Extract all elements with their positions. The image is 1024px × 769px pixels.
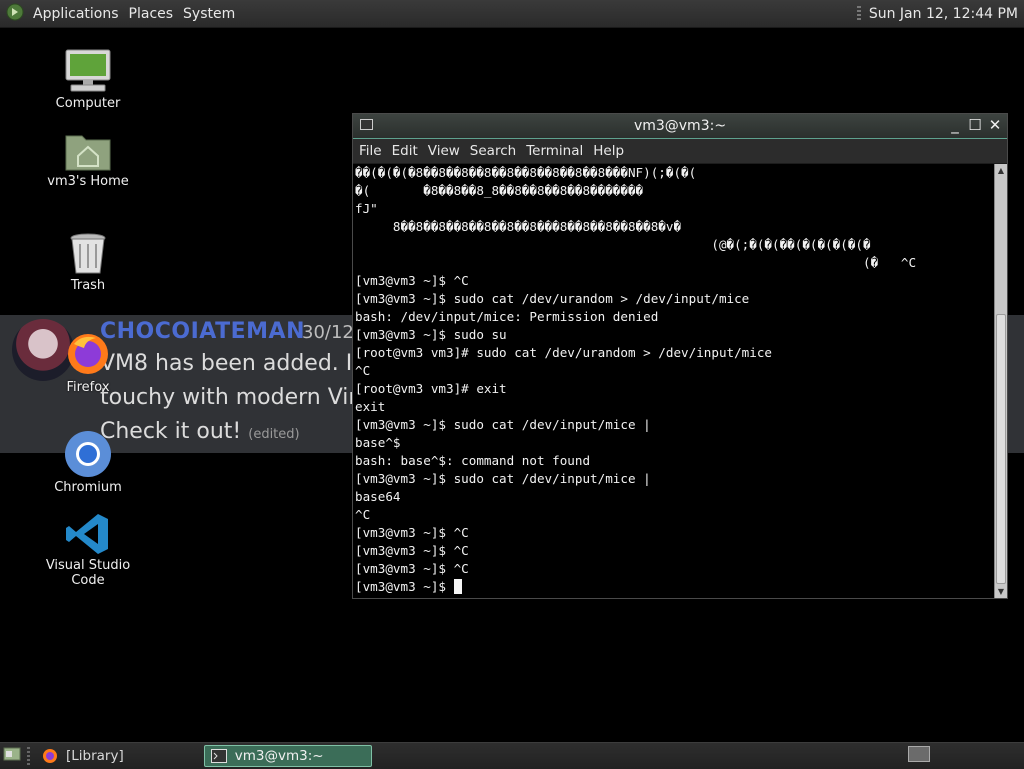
terminal-line: base^$: [355, 435, 401, 450]
menu-help[interactable]: Help: [588, 143, 629, 159]
desktop-icon-label: Chromium: [54, 480, 122, 495]
main-menu: Applications Places System: [0, 0, 240, 27]
terminal-line: ^C: [355, 363, 371, 378]
terminal-window[interactable]: vm3@vm3:~ _ ☐ ✕ File Edit View Search Te…: [352, 113, 1008, 599]
firefox-icon: [68, 334, 108, 374]
panel-handle: [27, 747, 30, 765]
menu-system[interactable]: System: [178, 6, 240, 22]
terminal-line: exit: [355, 399, 386, 414]
desktop-icon-label: Firefox: [66, 380, 110, 395]
terminal-prompt-line: [vm3@vm3 ~]$: [355, 578, 995, 596]
desktop-icon-chromium[interactable]: Chromium: [28, 430, 148, 495]
desktop-icon-label: vm3's Home: [47, 174, 129, 189]
edited-tag: (edited): [248, 427, 300, 442]
home-folder-icon: [65, 135, 111, 171]
terminal-line: [vm3@vm3 ~]$ ^C: [355, 273, 469, 288]
scrollbar-thumb[interactable]: [996, 314, 1006, 584]
window-title: vm3@vm3:~: [633, 118, 727, 134]
terminal-line: 8��8��8��8��8��8��8���8��8��8��8��8�v�: [355, 219, 682, 234]
window-titlebar[interactable]: vm3@vm3:~ _ ☐ ✕: [353, 114, 1007, 139]
desktop-icon-vscode[interactable]: Visual Studio Code: [28, 512, 148, 588]
text-cursor: [453, 579, 462, 594]
terminal-line: [vm3@vm3 ~]$ sudo cat /dev/urandom > /de…: [355, 291, 750, 306]
menu-view[interactable]: View: [423, 143, 465, 159]
terminal-icon: [210, 749, 227, 763]
terminal-prompt: [vm3@vm3 ~]$: [355, 579, 454, 594]
trash-icon: [70, 233, 106, 274]
terminal-line: [vm3@vm3 ~]$ sudo cat /dev/input/mice |: [355, 417, 651, 432]
firefox-icon: [43, 749, 57, 763]
desktop-icon-home[interactable]: vm3's Home: [28, 130, 148, 189]
terminal-line: [vm3@vm3 ~]$ sudo su: [355, 327, 507, 342]
minimize-icon[interactable]: _: [947, 117, 963, 133]
terminal-line: [root@vm3 vm3]# exit: [355, 381, 507, 396]
clock[interactable]: Sun Jan 12, 12:44 PM: [869, 6, 1018, 22]
menu-search[interactable]: Search: [465, 143, 521, 159]
menu-terminal[interactable]: Terminal: [521, 143, 588, 159]
terminal-line: (@�(;�(�(��(�(�(�(�(�: [355, 237, 871, 252]
taskbar-item-library[interactable]: [Library]: [36, 745, 130, 767]
menu-edit[interactable]: Edit: [387, 143, 423, 159]
terminal-line: [vm3@vm3 ~]$ ^C: [355, 525, 469, 540]
menu-file[interactable]: File: [353, 143, 387, 159]
scrollbar[interactable]: ▲ ▼: [994, 164, 1007, 598]
terminal-line: �( �8��8��8_8��8��8��8��8�������: [355, 183, 644, 198]
taskbar-item-terminal[interactable]: vm3@vm3:~: [203, 745, 372, 767]
workspace-switcher[interactable]: [908, 746, 930, 766]
terminal-line: [vm3@vm3 ~]$ sudo cat /dev/input/mice |: [355, 471, 651, 486]
show-desktop-icon[interactable]: [3, 746, 21, 766]
terminal-line: base64: [355, 489, 401, 504]
desktop-icon-label: Computer: [55, 96, 121, 111]
terminal-line: ��(�(�(�8��8��8��8��8��8��8��8��8���NF)(…: [355, 165, 697, 180]
terminal-line: [vm3@vm3 ~]$ ^C: [355, 561, 469, 576]
bottom-taskbar: [Library] vm3@vm3:~: [0, 742, 1024, 769]
gnome-foot-icon[interactable]: [0, 3, 28, 25]
maximize-icon[interactable]: ☐: [967, 117, 983, 133]
desktop-icon-label: Visual Studio Code: [45, 558, 131, 588]
terminal-line: bash: /dev/input/mice: Permission denied: [355, 309, 659, 324]
top-panel: Applications Places System Sun Jan 12, 1…: [0, 0, 1024, 28]
computer-icon: [65, 49, 111, 92]
terminal-line: [vm3@vm3 ~]$ ^C: [355, 543, 469, 558]
terminal-line: (� ^C: [355, 255, 917, 270]
desktop-icon-label: Trash: [70, 278, 106, 293]
terminal-output[interactable]: ��(�(�(�8��8��8��8��8��8��8��8��8���NF)(…: [353, 164, 995, 598]
scroll-up-icon[interactable]: ▲: [995, 164, 1007, 177]
terminal-line: fJ": [355, 201, 378, 216]
scroll-down-icon[interactable]: ▼: [995, 585, 1007, 598]
terminal-menubar: File Edit View Search Terminal Help: [353, 139, 1007, 164]
menu-places[interactable]: Places: [124, 6, 179, 22]
desktop-icon-trash[interactable]: Trash: [28, 232, 148, 293]
desktop-icon-firefox[interactable]: Firefox: [28, 330, 148, 395]
vscode-icon: [66, 514, 108, 554]
terminal-line: ^C: [355, 507, 371, 522]
desktop-icon-computer[interactable]: Computer: [28, 48, 148, 111]
close-icon[interactable]: ✕: [987, 117, 1003, 133]
panel-handle: [856, 5, 861, 22]
terminal-line: bash: base^$: command not found: [355, 453, 591, 468]
menu-applications[interactable]: Applications: [28, 6, 124, 22]
terminal-line: [root@vm3 vm3]# sudo cat /dev/urandom > …: [355, 345, 773, 360]
chromium-icon: [65, 431, 111, 477]
